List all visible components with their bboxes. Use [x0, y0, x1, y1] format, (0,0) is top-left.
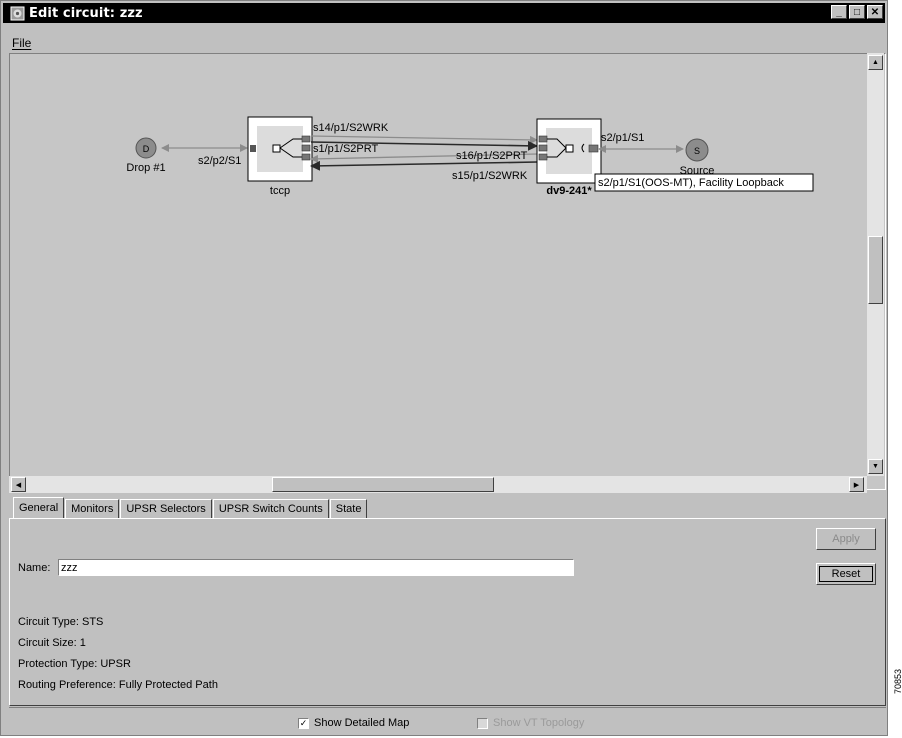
scroll-left-icon[interactable]: ◀: [11, 477, 26, 492]
node-dv9-241[interactable]: dv9-241*: [536, 118, 602, 197]
drop-node[interactable]: D Drop #1: [126, 137, 166, 174]
tab-bar: General Monitors UPSR Selectors UPSR Swi…: [13, 497, 368, 518]
bottom-options-bar: [9, 707, 886, 736]
drop-node-letter: D: [143, 144, 150, 154]
tab-general[interactable]: General: [13, 497, 65, 518]
menu-file[interactable]: File: [3, 36, 37, 50]
unchecked-box-icon: [477, 717, 488, 729]
window-title: Edit circuit: zzz: [29, 5, 143, 21]
drop-link-label: s2/p2/S1: [198, 155, 241, 167]
scroll-right-icon[interactable]: ▶: [849, 477, 864, 492]
app-icon: [9, 5, 25, 21]
span-label-s15: s15/p1/S2WRK: [452, 170, 528, 182]
routing-preference: Routing Preference: Fully Protected Path: [18, 679, 218, 691]
show-vt-topology-label: Show VT Topology: [493, 717, 585, 729]
span-label-s14: s14/p1/S2WRK: [313, 122, 389, 134]
circuit-type: Circuit Type: STS: [18, 616, 104, 628]
vertical-scroll-thumb[interactable]: [868, 236, 883, 304]
figure-id-tag: 70853: [893, 668, 902, 694]
source-node[interactable]: S Source: [680, 138, 715, 177]
tab-upsr-switch-counts[interactable]: UPSR Switch Counts: [212, 499, 329, 518]
port-tooltip: s2/p1/S1(OOS-MT), Facility Loopback: [594, 173, 814, 192]
menu-bar: File: [3, 35, 37, 51]
vertical-scrollbar[interactable]: ▲ ▼: [867, 53, 884, 476]
port-tooltip-text: s2/p1/S1(OOS-MT), Facility Loopback: [598, 177, 784, 189]
close-button[interactable]: ✕: [867, 5, 883, 19]
show-detailed-map-label: Show Detailed Map: [314, 717, 410, 729]
tab-monitors[interactable]: Monitors: [65, 499, 120, 518]
horizontal-scrollbar[interactable]: ◀ ▶: [9, 476, 867, 493]
reset-button[interactable]: Reset: [816, 563, 876, 585]
minimize-button[interactable]: _: [831, 5, 847, 19]
show-vt-topology-checkbox: Show VT Topology: [477, 717, 584, 729]
name-input[interactable]: [58, 559, 574, 576]
tab-upsr-selectors[interactable]: UPSR Selectors: [120, 499, 212, 518]
general-panel: [9, 518, 886, 706]
maximize-button[interactable]: □: [849, 5, 865, 19]
checkmark-icon[interactable]: ✓: [298, 717, 309, 729]
horizontal-scroll-thumb[interactable]: [272, 477, 494, 492]
apply-button[interactable]: Apply: [816, 528, 876, 550]
drop-node-label: Drop #1: [126, 162, 165, 174]
show-detailed-map-checkbox[interactable]: ✓ Show Detailed Map: [298, 717, 409, 729]
span-label-s16: s16/p1/S2PRT: [456, 150, 528, 162]
title-bar[interactable]: Edit circuit: zzz _ □ ✕: [3, 3, 885, 23]
circuit-map[interactable]: D Drop #1 s2/p2/S1 tccp s14/p1/S2WRK s1/…: [9, 53, 886, 490]
source-link-label: s2/p1/S1: [601, 132, 644, 144]
scroll-up-icon[interactable]: ▲: [868, 55, 883, 70]
name-label: Name:: [18, 562, 51, 574]
span-s15-working[interactable]: [310, 160, 538, 171]
span-label-s1: s1/p1/S2PRT: [313, 143, 379, 155]
protection-type: Protection Type: UPSR: [18, 658, 131, 670]
scroll-down-icon[interactable]: ▼: [868, 459, 883, 474]
tab-state[interactable]: State: [329, 499, 368, 518]
source-node-letter: S: [694, 146, 700, 156]
node-tccp-label: tccp: [270, 185, 290, 197]
node-tccp[interactable]: tccp: [247, 116, 313, 197]
span-s14-working[interactable]: [310, 135, 538, 144]
circuit-size: Circuit Size: 1: [18, 637, 86, 649]
node-dv9-241-label: dv9-241*: [546, 185, 592, 197]
